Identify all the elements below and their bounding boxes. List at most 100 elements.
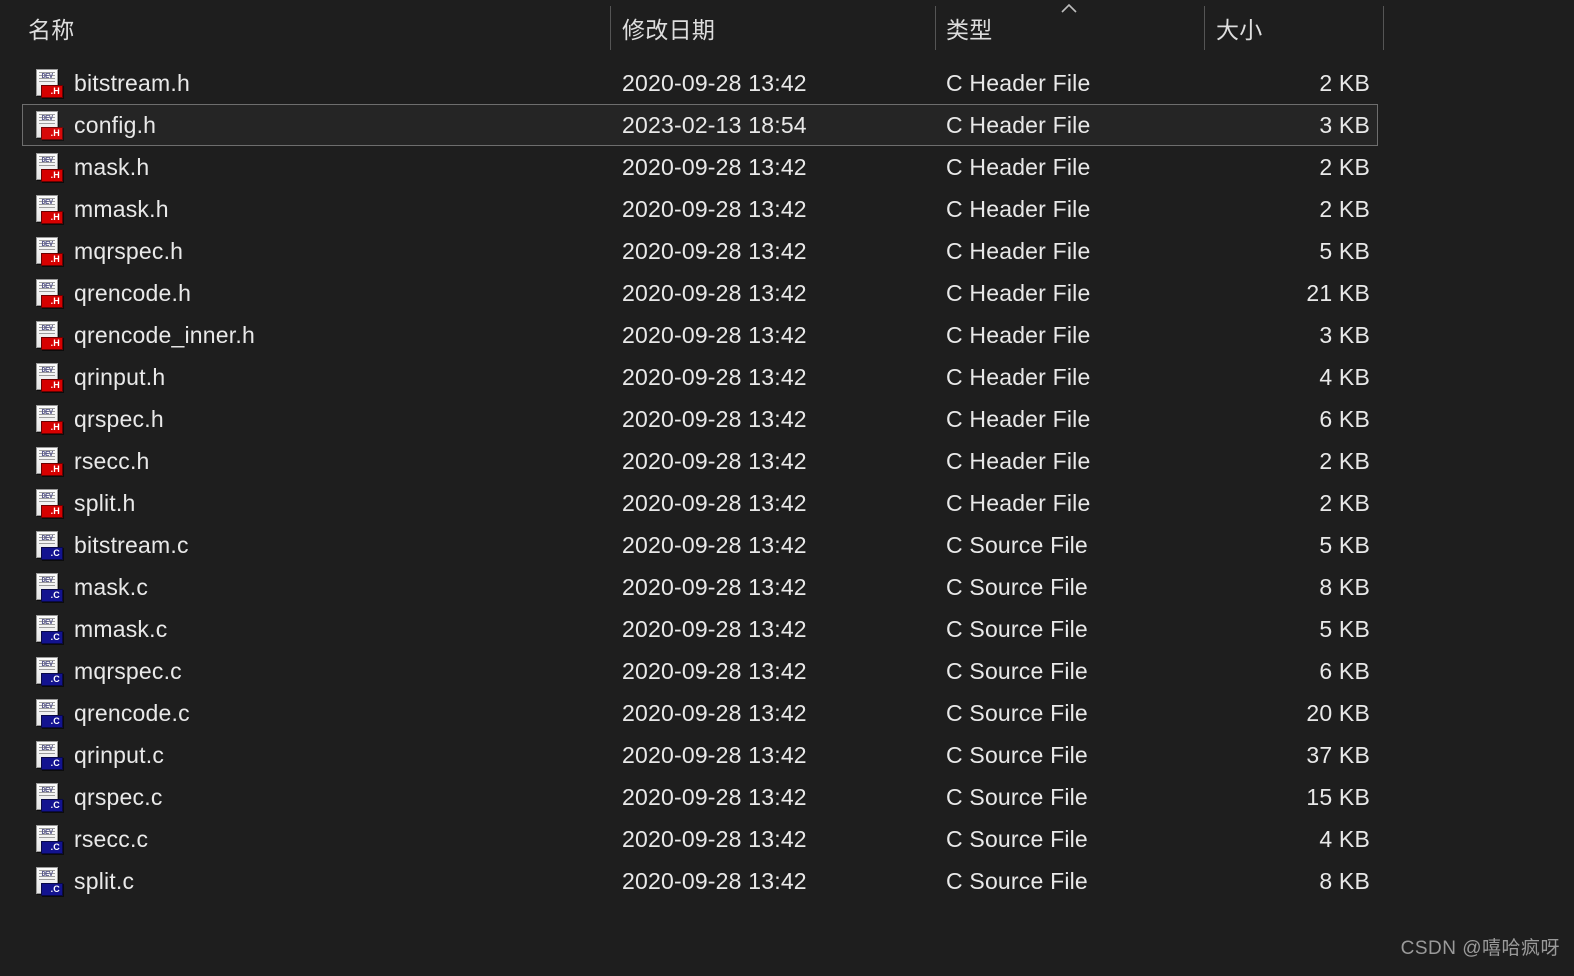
table-row[interactable]: DEV .H qrencode.h 2020-09-28 13:42 C Header …: [0, 272, 1574, 314]
c-source-file-icon: DEV .C: [33, 739, 63, 771]
csdn-watermark: CSDN @嘻哈疯呀: [1400, 938, 1560, 959]
document-glyph-text: DEV: [41, 871, 53, 879]
cell-file-name[interactable]: DEV .C qrspec.c: [33, 781, 163, 813]
column-divider-name-date[interactable]: [610, 6, 611, 50]
document-glyph-text: DEV: [41, 703, 53, 711]
c-header-file-icon: DEV .H: [33, 277, 63, 309]
document-glyph-text: DEV: [41, 283, 53, 291]
cell-date-modified: 2020-09-28 13:42: [622, 195, 807, 222]
column-divider-date-type[interactable]: [935, 6, 936, 50]
cell-file-name[interactable]: DEV .H qrspec.h: [33, 403, 164, 435]
cell-file-name[interactable]: DEV .C qrencode.c: [33, 697, 190, 729]
cell-file-type: C Header File: [946, 447, 1091, 474]
c-header-file-icon: DEV .H: [33, 487, 63, 519]
document-glyph-text: DEV: [41, 661, 53, 669]
document-glyph-text: DEV: [41, 535, 53, 543]
column-header-type[interactable]: 类型: [946, 0, 993, 56]
cell-file-name[interactable]: DEV .H qrinput.h: [33, 361, 165, 393]
file-name-label: mask.h: [74, 153, 150, 180]
document-glyph-text: DEV: [41, 577, 53, 585]
c-header-file-icon: DEV .H: [33, 361, 63, 393]
table-row[interactable]: DEV .C qrencode.c 2020-09-28 13:42 C Source …: [0, 692, 1574, 734]
c-header-file-icon: DEV .H: [33, 319, 63, 351]
cell-file-size: 3 KB: [1319, 321, 1370, 348]
cell-file-size: 8 KB: [1319, 867, 1370, 894]
cell-file-name[interactable]: DEV .C bitstream.c: [33, 529, 189, 561]
cell-file-type: C Source File: [946, 615, 1088, 642]
table-row[interactable]: DEV .C split.c 2020-09-28 13:42 C Source Fil…: [0, 860, 1574, 902]
column-header-name[interactable]: 名称: [28, 0, 75, 56]
document-glyph-text: DEV: [41, 493, 53, 501]
column-header-date-modified[interactable]: 修改日期: [622, 0, 715, 56]
table-row[interactable]: DEV .C qrinput.c 2020-09-28 13:42 C Source F…: [0, 734, 1574, 776]
cell-file-type: C Source File: [946, 657, 1088, 684]
cell-file-name[interactable]: DEV .H split.h: [33, 487, 135, 519]
cell-file-name[interactable]: DEV .C rsecc.c: [33, 823, 148, 855]
cell-file-name[interactable]: DEV .C mask.c: [33, 571, 148, 603]
file-name-label: mqrspec.h: [74, 237, 184, 264]
cell-file-name[interactable]: DEV .H qrencode.h: [33, 277, 191, 309]
table-row[interactable]: DEV .H qrinput.h 2020-09-28 13:42 C Header F…: [0, 356, 1574, 398]
file-extension-badge: .H: [41, 337, 63, 350]
document-glyph-text: DEV: [41, 157, 53, 165]
table-row[interactable]: DEV .H qrencode_inner.h 2020-09-28 13:42 C H…: [0, 314, 1574, 356]
file-name-label: qrencode_inner.h: [74, 321, 255, 348]
table-row[interactable]: DEV .H mqrspec.h 2020-09-28 13:42 C Header F…: [0, 230, 1574, 272]
file-name-label: config.h: [74, 111, 157, 138]
cell-date-modified: 2020-09-28 13:42: [622, 69, 807, 96]
column-divider-type-size[interactable]: [1204, 6, 1205, 50]
table-row[interactable]: DEV .C mmask.c 2020-09-28 13:42 C Source Fil…: [0, 608, 1574, 650]
file-extension-badge: .H: [41, 85, 63, 98]
table-row[interactable]: DEV .H rsecc.h 2020-09-28 13:42 C Header Fil…: [0, 440, 1574, 482]
table-row[interactable]: DEV .H mmask.h 2020-09-28 13:42 C Header Fil…: [0, 188, 1574, 230]
cell-file-type: C Source File: [946, 825, 1088, 852]
file-extension-badge: .C: [41, 673, 63, 686]
table-row[interactable]: DEV .H config.h 2023-02-13 18:54 C Header Fi…: [0, 104, 1574, 146]
cell-file-name[interactable]: DEV .C mqrspec.c: [33, 655, 182, 687]
c-source-file-icon: DEV .C: [33, 823, 63, 855]
cell-date-modified: 2023-02-13 18:54: [622, 111, 807, 138]
table-row[interactable]: DEV .H mask.h 2020-09-28 13:42 C Header File…: [0, 146, 1574, 188]
document-glyph-text: DEV: [41, 367, 53, 375]
cell-file-name[interactable]: DEV .C split.c: [33, 865, 134, 897]
cell-file-name[interactable]: DEV .H rsecc.h: [33, 445, 150, 477]
file-name-label: qrencode.h: [74, 279, 192, 306]
cell-file-type: C Header File: [946, 405, 1091, 432]
cell-file-name[interactable]: DEV .H mqrspec.h: [33, 235, 183, 267]
column-header-name-label: 名称: [28, 17, 75, 43]
cell-file-name[interactable]: DEV .H config.h: [33, 109, 156, 141]
table-row[interactable]: DEV .C rsecc.c 2020-09-28 13:42 C Source Fil…: [0, 818, 1574, 860]
table-row[interactable]: DEV .H split.h 2020-09-28 13:42 C Header Fil…: [0, 482, 1574, 524]
cell-file-name[interactable]: DEV .C qrinput.c: [33, 739, 164, 771]
cell-file-name[interactable]: DEV .C mmask.c: [33, 613, 167, 645]
column-header-size[interactable]: 大小: [1216, 0, 1263, 56]
cell-file-size: 5 KB: [1319, 615, 1370, 642]
cell-file-type: C Header File: [946, 111, 1091, 138]
file-extension-badge: .H: [41, 211, 63, 224]
cell-file-type: C Header File: [946, 363, 1091, 390]
file-extension-badge: .C: [41, 547, 63, 560]
cell-file-name[interactable]: DEV .H bitstream.h: [33, 67, 190, 99]
cell-file-name[interactable]: DEV .H mask.h: [33, 151, 149, 183]
table-row[interactable]: DEV .H bitstream.h 2020-09-28 13:42 C Header…: [0, 62, 1574, 104]
column-header-date-modified-label: 修改日期: [622, 17, 716, 43]
table-row[interactable]: DEV .H qrspec.h 2020-09-28 13:42 C Header Fi…: [0, 398, 1574, 440]
cell-date-modified: 2020-09-28 13:42: [622, 447, 807, 474]
file-name-label: mmask.h: [74, 195, 169, 222]
cell-date-modified: 2020-09-28 13:42: [622, 615, 807, 642]
table-row[interactable]: DEV .C mqrspec.c 2020-09-28 13:42 C Source F…: [0, 650, 1574, 692]
table-row[interactable]: DEV .C bitstream.c 2020-09-28 13:42 C Source…: [0, 524, 1574, 566]
table-row[interactable]: DEV .C mask.c 2020-09-28 13:42 C Source File…: [0, 566, 1574, 608]
cell-file-name[interactable]: DEV .H mmask.h: [33, 193, 169, 225]
cell-file-name[interactable]: DEV .H qrencode_inner.h: [33, 319, 255, 351]
file-name-label: rsecc.h: [74, 447, 150, 474]
file-name-label: qrspec.c: [74, 783, 163, 810]
cell-file-size: 4 KB: [1319, 363, 1370, 390]
file-name-label: split.c: [74, 867, 135, 894]
file-name-label: rsecc.c: [74, 825, 149, 852]
cell-file-type: C Header File: [946, 321, 1091, 348]
c-source-file-icon: DEV .C: [33, 529, 63, 561]
table-row[interactable]: DEV .C qrspec.c 2020-09-28 13:42 C Source Fi…: [0, 776, 1574, 818]
cell-date-modified: 2020-09-28 13:42: [622, 867, 807, 894]
column-divider-size-end[interactable]: [1383, 6, 1384, 50]
